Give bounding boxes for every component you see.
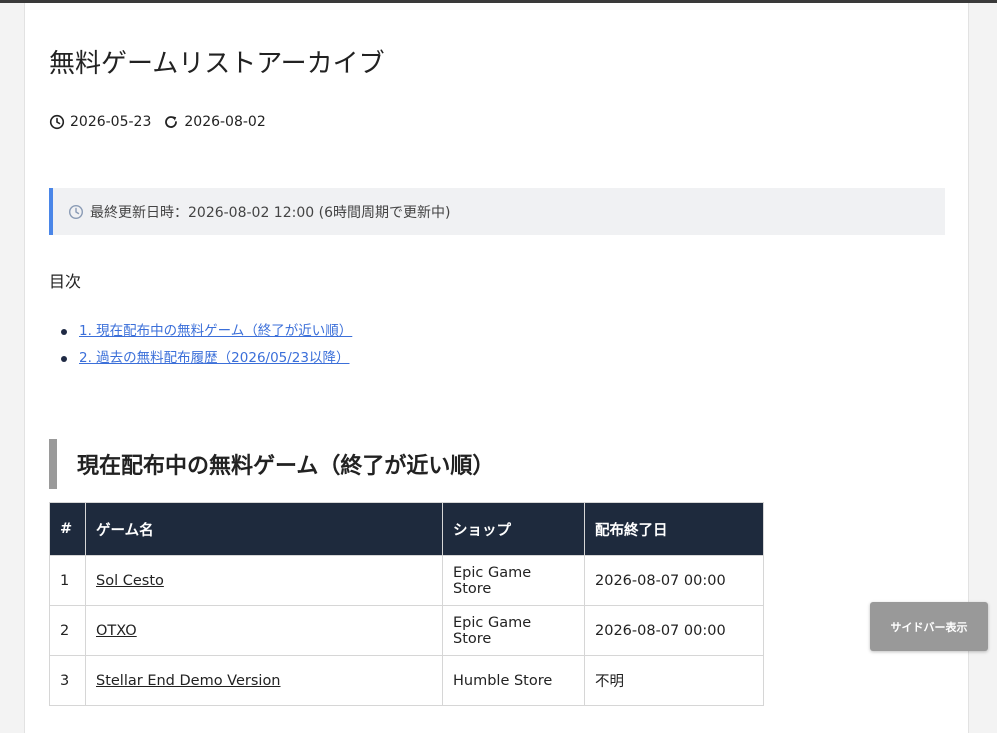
toc-list: 1. 現在配布中の無料ゲーム（終了が近い順） 2. 過去の無料配布履歴（2026… (49, 321, 352, 375)
toc-item: 1. 現在配布中の無料ゲーム（終了が近い順） (49, 321, 352, 348)
column-header-number: # (49, 502, 86, 556)
article-container: 無料ゲームリストアーカイブ 2026-05-23 2026-08-02 最終更新… (24, 3, 969, 733)
row-number: 2 (49, 605, 86, 656)
show-sidebar-button[interactable]: サイドバー表示 (870, 602, 988, 651)
shop-name: Epic Game Store (442, 555, 585, 606)
clock-icon (49, 114, 65, 130)
notice-text: 最終更新日時：2026-08-02 12:00 (6時間周期で更新中) (90, 204, 451, 221)
table-header-row: # ゲーム名 ショップ 配布終了日 (49, 502, 764, 556)
refresh-icon (163, 114, 179, 130)
clock-icon (68, 204, 84, 220)
free-games-table: # ゲーム名 ショップ 配布終了日 1 Sol Cesto Epic Game … (49, 502, 764, 706)
published-date: 2026-05-23 (70, 114, 152, 130)
game-link[interactable]: Stellar End Demo Version (96, 673, 281, 689)
end-date: 2026-08-07 00:00 (584, 555, 764, 606)
section-heading: 現在配布中の無料ゲーム（終了が近い順） (49, 439, 494, 490)
column-header-end-date: 配布終了日 (584, 502, 764, 556)
table-row: 1 Sol Cesto Epic Game Store 2026-08-07 0… (49, 555, 764, 606)
toc-item: 2. 過去の無料配布履歴（2026/05/23以降） (49, 348, 352, 375)
shop-name: Epic Game Store (442, 605, 585, 656)
toc-title: 目次 (49, 272, 82, 291)
updated-date: 2026-08-02 (184, 114, 266, 130)
page-title: 無料ゲームリストアーカイブ (49, 49, 385, 79)
toc-link-current-games[interactable]: 1. 現在配布中の無料ゲーム（終了が近い順） (79, 323, 352, 339)
shop-name: Humble Store (442, 655, 585, 706)
game-link[interactable]: Sol Cesto (96, 573, 164, 589)
column-header-game-name: ゲーム名 (85, 502, 443, 556)
toc-link-past-history[interactable]: 2. 過去の無料配布履歴（2026/05/23以降） (79, 350, 349, 366)
table-row: 3 Stellar End Demo Version Humble Store … (49, 655, 764, 706)
row-number: 3 (49, 655, 86, 706)
game-link[interactable]: OTXO (96, 623, 137, 639)
column-header-shop: ショップ (442, 502, 585, 556)
post-dates: 2026-05-23 2026-08-02 (49, 114, 278, 130)
end-date: 不明 (584, 655, 764, 706)
end-date: 2026-08-07 00:00 (584, 605, 764, 656)
row-number: 1 (49, 555, 86, 606)
update-notice: 最終更新日時：2026-08-02 12:00 (6時間周期で更新中) (49, 188, 945, 235)
table-row: 2 OTXO Epic Game Store 2026-08-07 00:00 (49, 605, 764, 656)
